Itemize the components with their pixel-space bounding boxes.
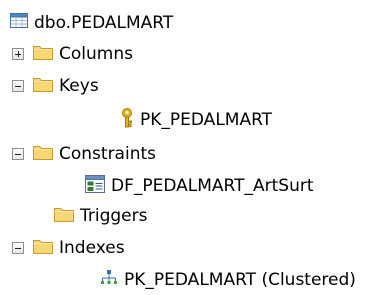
collapse-button[interactable] xyxy=(12,242,24,254)
table-name-label: dbo.PEDALMART xyxy=(34,13,174,33)
tree-node-indexes[interactable]: Indexes xyxy=(12,233,125,263)
constraint-icon xyxy=(85,174,105,198)
tree-node-table[interactable]: dbo.PEDALMART xyxy=(10,8,173,38)
tree-node-triggers[interactable]: Triggers xyxy=(54,201,148,231)
object-explorer-tree: dbo.PEDALMART Columns Keys PK_PEDALMART … xyxy=(0,0,392,293)
folder-icon xyxy=(33,76,53,97)
tree-node-label: Indexes xyxy=(59,238,125,258)
tree-node-label: PK_PEDALMART xyxy=(140,110,273,130)
tree-node-columns[interactable]: Columns xyxy=(12,39,133,69)
tree-node-label: Columns xyxy=(59,44,133,64)
collapse-button[interactable] xyxy=(12,80,24,92)
tree-node-label: Constraints xyxy=(59,144,156,164)
table-icon xyxy=(10,13,28,33)
tree-node-default-constraint[interactable]: DF_PEDALMART_ArtSurt xyxy=(85,171,314,201)
collapse-button[interactable] xyxy=(12,148,24,160)
tree-node-constraints[interactable]: Constraints xyxy=(12,139,156,169)
folder-icon xyxy=(33,238,53,259)
tree-node-primary-key[interactable]: PK_PEDALMART xyxy=(120,105,272,135)
tree-node-label: Triggers xyxy=(80,206,148,226)
index-icon xyxy=(100,269,118,292)
folder-icon xyxy=(33,144,53,165)
tree-node-label: PK_PEDALMART (Clustered) xyxy=(124,270,356,290)
tree-node-clustered-index[interactable]: PK_PEDALMART (Clustered) xyxy=(100,265,356,295)
folder-icon xyxy=(33,44,53,65)
folder-icon xyxy=(54,206,74,227)
tree-node-label: DF_PEDALMART_ArtSurt xyxy=(111,176,314,196)
tree-node-label: Keys xyxy=(59,76,99,96)
expand-button[interactable] xyxy=(12,48,24,60)
tree-node-keys[interactable]: Keys xyxy=(12,71,99,101)
primary-key-icon xyxy=(120,107,134,133)
